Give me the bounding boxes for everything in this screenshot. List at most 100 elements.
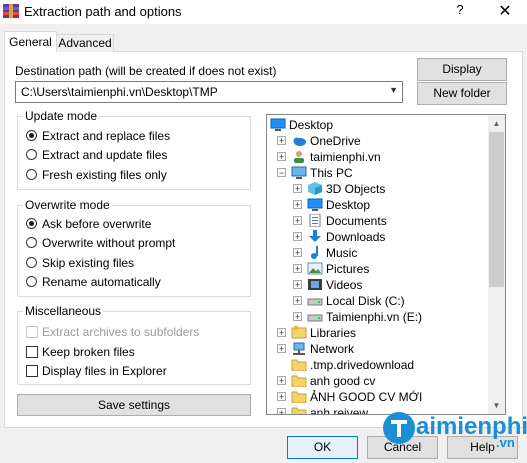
- expand-icon[interactable]: +: [293, 184, 302, 194]
- radio-overwrite-without-prompt[interactable]: Overwrite without prompt: [26, 236, 246, 254]
- radio-fresh-existing[interactable]: Fresh existing files only: [26, 168, 246, 186]
- expand-icon[interactable]: +: [293, 248, 302, 258]
- display-button[interactable]: Display: [417, 58, 507, 81]
- pictures-icon: [307, 262, 323, 275]
- destination-path-value: C:\Users\taimienphi.vn\Desktop\TMP: [21, 85, 218, 99]
- tree-item-label: OneDrive: [310, 134, 361, 148]
- tree-item[interactable]: + Documents: [267, 213, 489, 229]
- radio-button[interactable]: [26, 257, 37, 268]
- documents-icon: [307, 213, 323, 228]
- tree-item-label: Downloads: [326, 230, 386, 244]
- expand-icon[interactable]: +: [277, 328, 286, 338]
- scroll-thumb[interactable]: [489, 132, 504, 287]
- expand-icon[interactable]: +: [293, 264, 302, 274]
- radio-rename-automatically[interactable]: Rename automatically: [26, 275, 246, 293]
- expand-icon[interactable]: +: [277, 152, 286, 162]
- window-title: Extraction path and options: [24, 4, 182, 19]
- tree-item-label: anh good cv: [310, 374, 376, 388]
- tree-item[interactable]: + Network: [267, 341, 489, 357]
- checkbox-label: Extract archives to subfolders: [42, 325, 200, 339]
- tree-item[interactable]: + Desktop: [267, 197, 489, 213]
- tree-item[interactable]: + taimienphi.vn: [267, 149, 489, 165]
- radio-label: Extract and replace files: [42, 129, 171, 143]
- tree-item[interactable]: + ẢNH GOOD CV MỚI: [267, 389, 489, 405]
- radio-extract-replace[interactable]: Extract and replace files: [26, 129, 246, 147]
- radio-button[interactable]: [26, 169, 37, 180]
- tree-item[interactable]: .tmp.drivedownload: [267, 357, 489, 373]
- radio-button[interactable]: [26, 237, 37, 248]
- help-title-button[interactable]: ?: [452, 2, 468, 20]
- tree-item-label: Desktop: [289, 118, 334, 132]
- tree-item-label: Desktop: [326, 198, 371, 212]
- expand-icon[interactable]: +: [277, 344, 286, 354]
- checkbox-keep-broken-files[interactable]: Keep broken files: [26, 345, 246, 363]
- checkbox-extract-to-subfolders: Extract archives to subfolders: [26, 325, 246, 343]
- tree-item[interactable]: + Libraries: [267, 325, 489, 341]
- tab-general[interactable]: General: [4, 31, 57, 52]
- chevron-down-icon[interactable]: ▼: [389, 85, 398, 95]
- checkbox[interactable]: [26, 365, 38, 377]
- radio-label: Ask before overwrite: [42, 217, 152, 231]
- miscellaneous-title: Miscellaneous: [23, 304, 104, 318]
- expand-icon[interactable]: +: [293, 216, 302, 226]
- videos-icon: [307, 278, 323, 291]
- checkbox-display-in-explorer[interactable]: Display files in Explorer: [26, 364, 246, 382]
- destination-label: Destination path (will be created if doe…: [15, 64, 277, 78]
- new-folder-button[interactable]: New folder: [417, 82, 507, 105]
- expand-icon[interactable]: +: [277, 408, 286, 414]
- expand-icon[interactable]: +: [293, 200, 302, 210]
- radio-button[interactable]: [26, 149, 37, 160]
- save-settings-button[interactable]: Save settings: [17, 394, 251, 416]
- expand-icon[interactable]: +: [277, 392, 286, 402]
- folder-icon: [291, 374, 307, 388]
- tree-item-label: 3D Objects: [326, 182, 386, 196]
- radio-button[interactable]: [26, 276, 37, 287]
- vertical-scrollbar[interactable]: ▲ ▼: [488, 115, 505, 414]
- expand-icon[interactable]: +: [277, 136, 286, 146]
- tab-advanced[interactable]: Advanced: [56, 34, 114, 52]
- watermark-t-icon: [383, 412, 415, 444]
- tree-item-label: Taimienphi.vn (E:): [326, 310, 423, 324]
- tree-item-label: Local Disk (C:): [326, 294, 405, 308]
- radio-label: Overwrite without prompt: [42, 236, 176, 250]
- expand-icon[interactable]: +: [293, 312, 302, 322]
- destination-path-combobox[interactable]: C:\Users\taimienphi.vn\Desktop\TMP ▼: [15, 81, 403, 103]
- tree-item[interactable]: Desktop: [267, 117, 489, 133]
- scroll-up-arrow-icon[interactable]: ▲: [488, 115, 505, 132]
- expand-icon[interactable]: +: [293, 280, 302, 290]
- tree-item[interactable]: + OneDrive: [267, 133, 489, 149]
- radio-label: Skip existing files: [42, 256, 135, 270]
- expand-icon[interactable]: +: [293, 296, 302, 306]
- tree-item-label: Documents: [326, 214, 387, 228]
- tree-item[interactable]: + Videos: [267, 277, 489, 293]
- radio-button-selected[interactable]: [26, 218, 37, 229]
- network-icon: [291, 342, 307, 355]
- tree-item[interactable]: + Taimienphi.vn (E:): [267, 309, 489, 325]
- tree-item-label: ẢNH GOOD CV MỚI: [310, 390, 423, 404]
- tree-item[interactable]: + Downloads: [267, 229, 489, 245]
- cube-icon: [307, 182, 323, 195]
- ok-button[interactable]: OK: [287, 436, 358, 459]
- expand-icon[interactable]: +: [293, 232, 302, 242]
- drive-icon: [307, 294, 323, 307]
- close-button[interactable]: ✕: [494, 1, 516, 21]
- radio-skip-existing[interactable]: Skip existing files: [26, 256, 246, 274]
- tree-item[interactable]: − This PC: [267, 165, 489, 181]
- expand-icon[interactable]: +: [277, 376, 286, 386]
- folder-icon: [291, 406, 307, 414]
- tree-item[interactable]: + anh good cv: [267, 373, 489, 389]
- tree-item[interactable]: + Local Disk (C:): [267, 293, 489, 309]
- collapse-icon[interactable]: −: [277, 168, 286, 178]
- radio-label: Rename automatically: [42, 275, 161, 289]
- radio-ask-before-overwrite[interactable]: Ask before overwrite: [26, 217, 246, 235]
- folder-tree[interactable]: Desktop + OneDrive + taimienphi.vn − This PC +3…: [266, 114, 506, 415]
- radio-extract-update[interactable]: Extract and update files: [26, 148, 246, 166]
- tree-item-label: Videos: [326, 278, 363, 292]
- desktop-icon: [307, 198, 323, 211]
- radio-button-selected[interactable]: [26, 130, 37, 141]
- tree-item[interactable]: +3D Objects: [267, 181, 489, 197]
- libraries-icon: [291, 326, 307, 339]
- tree-item[interactable]: + Pictures: [267, 261, 489, 277]
- checkbox[interactable]: [26, 346, 38, 358]
- tree-item[interactable]: + Music: [267, 245, 489, 261]
